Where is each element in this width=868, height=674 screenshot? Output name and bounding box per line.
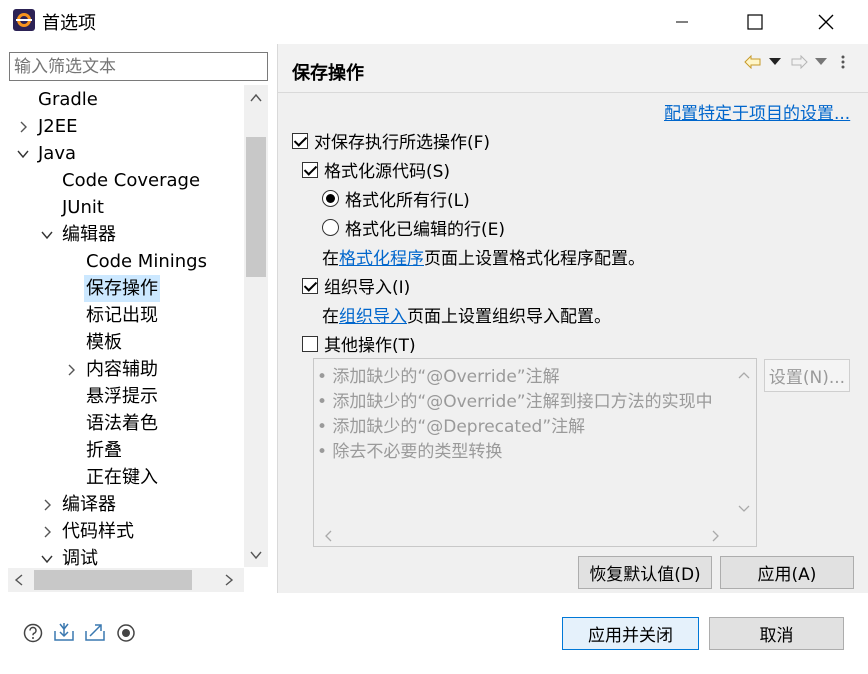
- configure-button[interactable]: 设置(N)...: [764, 359, 850, 392]
- tree-item-code-minings[interactable]: Code Minings: [86, 248, 207, 275]
- format-all-row[interactable]: 格式化所有行(L): [322, 186, 470, 211]
- tree-item-compiler[interactable]: 编译器: [62, 491, 116, 518]
- help-icon[interactable]: [23, 623, 43, 643]
- maximize-icon: [747, 14, 763, 30]
- additional-actions-row[interactable]: 其他操作(T): [302, 331, 416, 356]
- expand-chevron-icon[interactable]: [16, 113, 30, 140]
- additional-actions-checkbox[interactable]: [302, 335, 318, 352]
- window-title: 首选项: [42, 13, 96, 34]
- organize-imports-checkbox[interactable]: [302, 277, 318, 294]
- import-icon[interactable]: [53, 622, 75, 642]
- scroll-right-icon[interactable]: [712, 530, 720, 542]
- additional-actions-label: 其他操作(T): [324, 336, 416, 356]
- project-specific-settings-link[interactable]: 配置特定于项目的设置...: [664, 99, 850, 124]
- perform-selected-label: 对保存执行所选操作(F): [314, 133, 491, 153]
- back-dropdown-icon[interactable]: [769, 58, 781, 66]
- scroll-thumb[interactable]: [246, 137, 266, 277]
- actions-list-viewport: • 添加缺少的“@Override”注解 • 添加缺少的“@Override”注…: [314, 359, 732, 519]
- format-edited-radio[interactable]: [322, 219, 339, 236]
- minimize-button[interactable]: [654, 0, 710, 44]
- apply-button[interactable]: 应用(A): [720, 556, 854, 589]
- tree-item-junit[interactable]: JUnit: [62, 194, 104, 221]
- title-bar: 首选项: [0, 0, 868, 44]
- scroll-down-icon[interactable]: [738, 505, 750, 513]
- list-item: • 添加缺少的“@Override”注解: [317, 367, 560, 387]
- back-arrow-icon[interactable]: [744, 55, 762, 69]
- additional-actions-list[interactable]: • 添加缺少的“@Override”注解 • 添加缺少的“@Override”注…: [313, 358, 757, 547]
- organize-note-prefix: 在: [322, 307, 339, 327]
- formatter-note-suffix: 页面上设置格式化程序配置。: [424, 249, 645, 269]
- organize-note: 在组织导入 页面上设置组织导入配置。: [322, 302, 611, 327]
- expand-chevron-icon[interactable]: [40, 518, 54, 545]
- forward-dropdown-icon[interactable]: [815, 58, 827, 66]
- forward-arrow-icon[interactable]: [790, 55, 808, 69]
- scroll-up-icon[interactable]: [738, 371, 750, 379]
- close-icon: [818, 14, 834, 30]
- format-source-row[interactable]: 格式化源代码(S): [302, 157, 450, 182]
- scroll-thumb[interactable]: [34, 570, 192, 590]
- formatter-note-prefix: 在: [322, 249, 339, 269]
- more-options-icon[interactable]: [840, 54, 846, 70]
- scroll-up-icon[interactable]: [250, 93, 262, 103]
- format-all-radio[interactable]: [322, 190, 339, 207]
- perform-selected-checkbox[interactable]: [292, 132, 308, 149]
- tree-item-debug[interactable]: 调试: [62, 545, 98, 567]
- tree-horizontal-scrollbar[interactable]: [8, 568, 244, 592]
- organize-imports-row[interactable]: 组织导入(I): [302, 273, 410, 298]
- tree-item-code-style[interactable]: 代码样式: [62, 518, 134, 545]
- list-item: • 添加缺少的“@Deprecated”注解: [317, 417, 586, 437]
- apply-and-close-button[interactable]: 应用并关闭: [562, 617, 699, 650]
- scroll-right-icon[interactable]: [224, 574, 234, 586]
- formatter-link[interactable]: 格式化程序: [339, 244, 424, 269]
- expand-chevron-icon[interactable]: [40, 491, 54, 518]
- scroll-down-icon[interactable]: [250, 550, 262, 560]
- collapse-chevron-icon[interactable]: [40, 221, 54, 248]
- page-header: [278, 44, 868, 93]
- organize-imports-link[interactable]: 组织导入: [339, 302, 407, 327]
- list-item: • 添加缺少的“@Override”注解到接口方法的实现中: [317, 392, 713, 412]
- format-edited-row[interactable]: 格式化已编辑的行(E): [322, 215, 505, 240]
- tree-item-syntax-coloring[interactable]: 语法着色: [86, 410, 158, 437]
- close-button[interactable]: [798, 0, 854, 44]
- export-icon[interactable]: [84, 622, 106, 642]
- record-icon[interactable]: [116, 623, 136, 643]
- preference-tree: Gradle J2EE Java Code Coverage JUnit 编辑器…: [8, 85, 244, 567]
- tree-item-java[interactable]: Java: [38, 140, 76, 167]
- format-source-label: 格式化源代码(S): [324, 162, 451, 182]
- format-source-checkbox[interactable]: [302, 161, 318, 178]
- perform-selected-row[interactable]: 对保存执行所选操作(F): [292, 128, 490, 153]
- maximize-button[interactable]: [727, 0, 783, 44]
- cancel-button[interactable]: 取消: [709, 617, 844, 650]
- formatter-note: 在格式化程序 页面上设置格式化程序配置。: [322, 244, 645, 269]
- tree-item-save-actions[interactable]: 保存操作: [84, 275, 160, 302]
- tree-item-mark-occurrences[interactable]: 标记出现: [86, 302, 158, 329]
- tree-item-content-assist[interactable]: 内容辅助: [86, 356, 158, 383]
- organize-imports-label: 组织导入(I): [324, 278, 411, 298]
- tree-vertical-scrollbar[interactable]: [244, 85, 268, 567]
- scroll-left-icon[interactable]: [324, 530, 332, 542]
- tree-item-typing[interactable]: 正在键入: [86, 464, 158, 491]
- tree-item-templates[interactable]: 模板: [86, 329, 122, 356]
- collapse-chevron-icon[interactable]: [40, 545, 54, 567]
- tree-item-gradle[interactable]: Gradle: [38, 86, 98, 113]
- tree-item-folding[interactable]: 折叠: [86, 437, 122, 464]
- page-title: 保存操作: [292, 63, 364, 84]
- format-all-label: 格式化所有行(L): [345, 191, 470, 211]
- tree-item-editor[interactable]: 编辑器: [62, 221, 116, 248]
- tree-item-hovers[interactable]: 悬浮提示: [86, 383, 158, 410]
- list-item: • 除去不必要的类型转换: [317, 442, 503, 462]
- collapse-chevron-icon[interactable]: [16, 140, 30, 167]
- format-edited-label: 格式化已编辑的行(E): [345, 220, 506, 240]
- scroll-left-icon[interactable]: [14, 574, 24, 586]
- minimize-icon: [676, 21, 688, 23]
- tree-item-j2ee[interactable]: J2EE: [38, 113, 78, 140]
- filter-input[interactable]: [9, 52, 268, 81]
- expand-chevron-icon[interactable]: [64, 356, 78, 383]
- restore-defaults-button[interactable]: 恢复默认值(D): [578, 556, 712, 589]
- tree-item-code-coverage[interactable]: Code Coverage: [62, 167, 200, 194]
- organize-note-suffix: 页面上设置组织导入配置。: [407, 307, 611, 327]
- eclipse-app-icon: [13, 9, 35, 31]
